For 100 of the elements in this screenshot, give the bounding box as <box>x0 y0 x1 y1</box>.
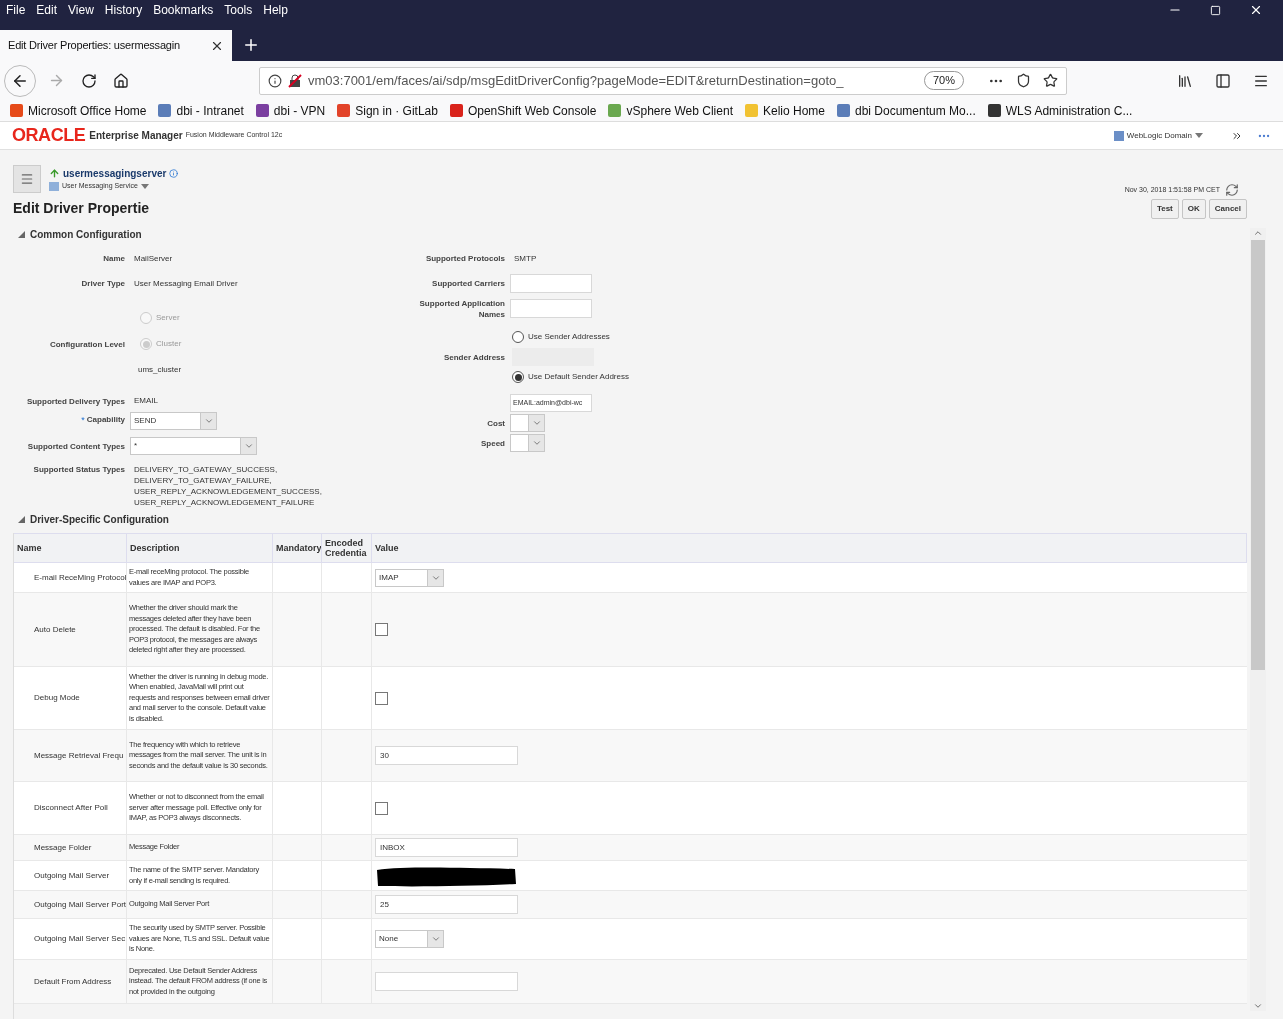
bookmark-item[interactable]: Microsoft Office Home <box>10 101 147 120</box>
app-names-field[interactable] <box>510 299 592 318</box>
action-button[interactable]: Test <box>1150 198 1179 219</box>
scroll-up-icon[interactable] <box>1253 228 1263 238</box>
cluster-name: ums_cluster <box>138 364 182 376</box>
menu-item[interactable]: History <box>104 1 143 19</box>
action-button[interactable]: OK <box>1181 198 1206 219</box>
status-up-icon <box>49 168 60 180</box>
property-name: Disconnect After Poll <box>14 782 127 834</box>
browser-tab[interactable]: Edit Driver Properties: usermessagin <box>0 30 232 61</box>
status-type: DELIVERY_TO_GATEWAY_FAILURE, <box>134 475 273 486</box>
column-header: Name <box>14 534 127 562</box>
home-icon[interactable] <box>113 72 129 89</box>
bookmark-item[interactable]: OpenShift Web Console <box>449 101 597 120</box>
checkbox[interactable] <box>375 801 388 815</box>
chevron-down-icon <box>243 441 254 451</box>
field-value: User Messaging Email Driver <box>134 277 238 290</box>
value-field[interactable]: 25 <box>375 895 518 914</box>
field-label: Supported Status Types <box>32 464 125 475</box>
column-header: Description <box>127 534 273 562</box>
collapse-triangle-icon[interactable] <box>18 516 25 523</box>
radio-label: Cluster <box>156 338 182 350</box>
column-header: Value <box>372 534 1247 562</box>
menu-item[interactable]: Help <box>263 1 288 19</box>
info-icon[interactable] <box>169 169 179 179</box>
menu-item[interactable]: Edit <box>36 1 58 19</box>
field-label: Cost <box>486 417 505 429</box>
target-navigation-icon[interactable] <box>13 165 41 193</box>
bookmark-item[interactable]: vSphere Web Client <box>608 101 733 120</box>
menu-item[interactable]: Bookmarks <box>153 1 214 19</box>
maximize-icon[interactable] <box>1210 4 1221 16</box>
field-value: SMTP <box>514 252 537 265</box>
field-label: Supported Delivery Types <box>25 395 125 407</box>
section-title: Common Configuration <box>30 228 142 242</box>
reload-icon[interactable] <box>81 72 97 89</box>
value-dropdown[interactable]: None <box>375 930 444 948</box>
chevron-down-icon <box>430 934 441 944</box>
field-label: Supported Protocols <box>424 253 505 264</box>
capability-dropdown[interactable]: SEND <box>130 412 217 430</box>
radio-button[interactable] <box>512 371 524 383</box>
field-label: Speed <box>480 437 505 449</box>
chevron-down-icon <box>531 418 542 428</box>
domain-menu[interactable]: WebLogic Domain <box>1113 129 1203 142</box>
content-types-dropdown[interactable]: * <box>130 437 257 455</box>
dropdown-caret-icon <box>1195 133 1203 138</box>
status-type: USER_REPLY_ACKNOWLEDGEMENT_FAILURE <box>134 497 316 508</box>
sidebar-icon[interactable] <box>1215 72 1231 89</box>
collapse-triangle-icon[interactable] <box>18 231 25 238</box>
menu-item[interactable]: Tools <box>224 1 253 19</box>
target-name: usermessagingserver <box>63 167 167 182</box>
bookmark-item[interactable]: WLS Administration C... <box>987 101 1133 120</box>
field-label: Capability <box>86 414 125 427</box>
bookmark-item[interactable]: dbi Documentum Mo... <box>837 101 976 120</box>
page-title: Edit Driver Propertie <box>13 199 150 218</box>
new-tab-icon[interactable] <box>242 36 260 54</box>
chevron-down-icon <box>203 416 214 426</box>
property-name: Outgoing Mail Server Sec <box>14 919 127 959</box>
bookmark-star-icon[interactable] <box>1043 73 1058 88</box>
required-mark: * <box>81 414 85 428</box>
carriers-field[interactable] <box>510 274 592 293</box>
close-icon[interactable] <box>1249 3 1263 17</box>
status-type: USER_REPLY_ACKNOWLEDGEMENT_SUCCESS, <box>134 486 322 497</box>
address-bar[interactable]: vm03:7001/em/faces/ai/sdp/msgEditDriverConfig?pageMode=EDIT&returnDestination=goto_ 70% <box>259 66 1067 95</box>
value-dropdown[interactable]: IMAP <box>375 568 444 587</box>
value-field[interactable]: INBOX <box>375 838 518 857</box>
bookmark-item[interactable]: dbi - Intranet <box>158 101 244 120</box>
radio-label: Use Default Sender Address <box>528 371 629 383</box>
column-header: Mandatory <box>273 534 322 562</box>
property-name: Outgoing Mail Server <box>14 861 127 890</box>
menu-item[interactable]: File <box>6 1 26 19</box>
chevron-down-icon <box>531 438 542 448</box>
status-type: DELIVERY_TO_GATEWAY_SUCCESS, <box>134 464 279 475</box>
checkbox[interactable] <box>375 691 388 705</box>
product-name: Enterprise Manager <box>89 129 183 143</box>
field-value: EMAIL <box>134 395 158 407</box>
property-name: Auto Delete <box>14 593 127 666</box>
bookmark-item[interactable]: dbi - VPN <box>255 101 326 120</box>
bookmark-item[interactable]: Sign in · GitLab <box>337 101 438 120</box>
value-field[interactable] <box>375 972 518 991</box>
dropdown-caret-icon <box>140 184 149 189</box>
action-button[interactable]: Cancel <box>1208 198 1247 219</box>
column-header: Encoded Credentia <box>322 534 372 562</box>
property-name: Message Retrieval Frequ <box>14 730 127 781</box>
property-name: Debug Mode <box>14 667 127 729</box>
menu-item[interactable]: View <box>68 1 94 19</box>
field-label: Driver Type <box>80 278 125 289</box>
field-label: Sender Address <box>442 351 505 363</box>
refresh-icon[interactable] <box>1225 183 1239 197</box>
property-name: Default From Address <box>14 960 127 1003</box>
bookmark-item[interactable]: Kelio Home <box>744 101 825 120</box>
checkbox[interactable] <box>375 623 388 636</box>
value-field[interactable]: 30 <box>375 746 518 765</box>
radio-label: Use Sender Addresses <box>528 331 610 343</box>
library-icon[interactable] <box>1177 72 1193 89</box>
radio-button[interactable] <box>512 331 524 343</box>
vertical-scrollbar[interactable] <box>1250 228 1266 1011</box>
field-label: Supported Carriers <box>431 278 505 289</box>
oracle-logo: ORACLE <box>12 124 86 147</box>
field-label: Supported Application Names <box>418 297 505 320</box>
scroll-down-icon[interactable] <box>1253 1001 1263 1011</box>
